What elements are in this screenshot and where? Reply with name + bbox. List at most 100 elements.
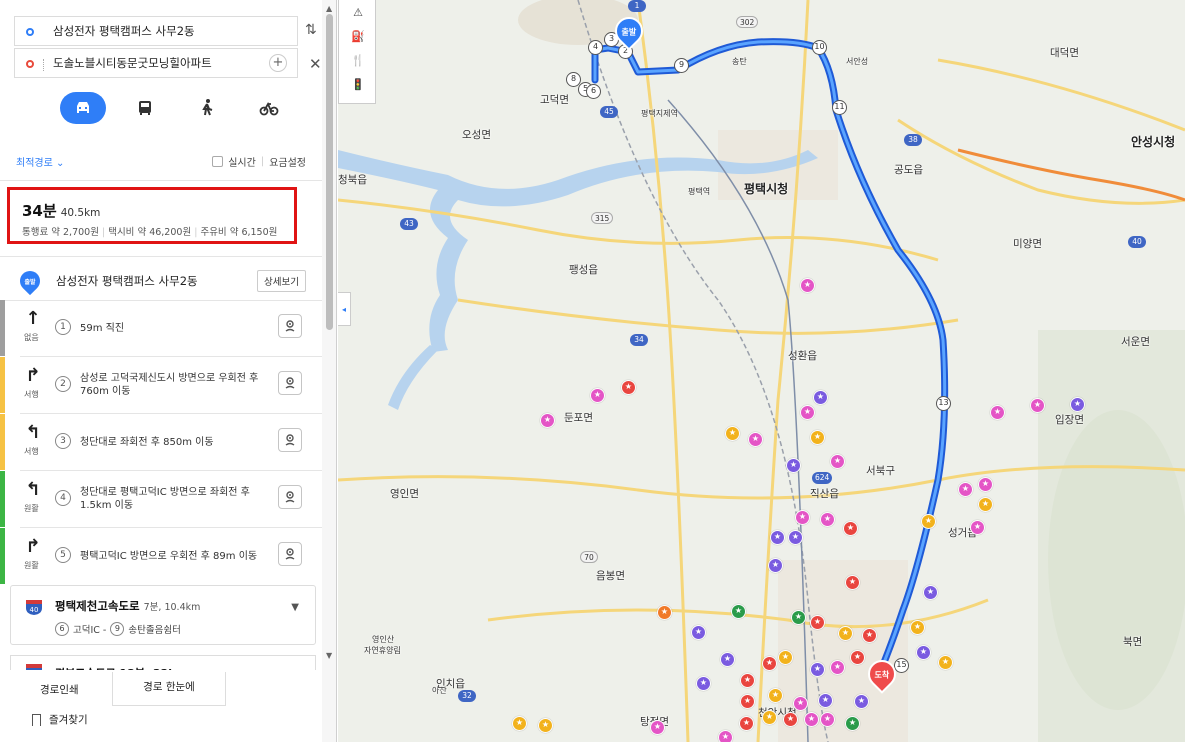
poi-marker[interactable]: ★ [720, 652, 735, 667]
poi-marker[interactable]: ★ [770, 530, 785, 545]
poi-marker[interactable]: ★ [739, 716, 754, 731]
walk-mode-button[interactable] [184, 92, 230, 124]
poi-marker[interactable]: ★ [862, 628, 877, 643]
route-step[interactable]: ↱ 서행 2 삼성로 고덕국제신도시 방면으로 우회전 후 760m 이동 [0, 357, 322, 413]
poi-marker[interactable]: ★ [718, 730, 733, 742]
poi-marker[interactable]: ★ [538, 718, 553, 733]
street-view-button[interactable] [278, 314, 302, 338]
scroll-up-arrow-icon[interactable]: ▲ [326, 4, 332, 13]
poi-marker[interactable]: ★ [740, 673, 755, 688]
poi-marker[interactable]: ★ [804, 712, 819, 727]
poi-marker[interactable]: ★ [990, 405, 1005, 420]
poi-marker[interactable]: ★ [657, 605, 672, 620]
scroll-down-arrow-icon[interactable]: ▼ [326, 651, 332, 660]
waypoint-marker[interactable]: 6 [586, 84, 601, 99]
poi-marker[interactable]: ★ [1030, 398, 1045, 413]
poi-marker[interactable]: ★ [731, 604, 746, 619]
poi-marker[interactable]: ★ [795, 510, 810, 525]
waypoint-marker[interactable]: 9 [674, 58, 689, 73]
poi-marker[interactable]: ★ [978, 477, 993, 492]
poi-marker[interactable]: ★ [768, 688, 783, 703]
poi-marker[interactable]: ★ [810, 430, 825, 445]
poi-marker[interactable]: ★ [830, 454, 845, 469]
realtime-checkbox[interactable] [212, 155, 224, 167]
poi-marker[interactable]: ★ [938, 655, 953, 670]
poi-marker[interactable]: ★ [791, 610, 806, 625]
poi-marker[interactable]: ★ [813, 390, 828, 405]
poi-marker[interactable]: ★ [845, 575, 860, 590]
poi-marker[interactable]: ★ [923, 585, 938, 600]
route-step[interactable]: ↑ 없음 1 59m 직진 [0, 300, 322, 356]
poi-marker[interactable]: ★ [800, 405, 815, 420]
poi-marker[interactable]: ★ [970, 520, 985, 535]
poi-marker[interactable]: ★ [810, 662, 825, 677]
origin-field[interactable]: 삼성전자 평택캠퍼스 사무2동 [14, 16, 298, 46]
bus-mode-button[interactable] [122, 92, 168, 124]
poi-marker[interactable]: ★ [820, 512, 835, 527]
poi-marker[interactable]: ★ [621, 380, 636, 395]
fee-setting-link[interactable]: 요금설정 [269, 154, 306, 169]
poi-marker[interactable]: ★ [910, 620, 925, 635]
favorite-button[interactable]: 즐겨찾기 [32, 712, 88, 727]
poi-marker[interactable]: ★ [978, 497, 993, 512]
waypoint-marker[interactable]: 11 [832, 100, 847, 115]
poi-marker[interactable]: ★ [838, 626, 853, 641]
scroll-thumb[interactable] [326, 14, 333, 330]
waypoint-marker[interactable]: 8 [566, 72, 581, 87]
poi-marker[interactable]: ★ [921, 514, 936, 529]
street-view-button[interactable] [278, 428, 302, 452]
poi-marker[interactable]: ★ [830, 660, 845, 675]
poi-marker[interactable]: ★ [512, 716, 527, 731]
waypoint-marker[interactable]: 10 [812, 40, 827, 55]
warning-icon[interactable]: ⚠ [339, 0, 377, 24]
car-mode-button[interactable] [60, 92, 106, 124]
poi-marker[interactable]: ★ [696, 676, 711, 691]
poi-marker[interactable]: ★ [740, 694, 755, 709]
route-step[interactable]: ↰ 서행 3 청단대로 좌회전 후 850m 이동 [0, 414, 322, 470]
panel-scrollbar[interactable]: ▲ ▼ [322, 0, 336, 742]
poi-marker[interactable]: ★ [748, 432, 763, 447]
poi-marker[interactable]: ★ [650, 720, 665, 735]
poi-marker[interactable]: ★ [691, 625, 706, 640]
route-type-dropdown[interactable]: 최적경로 ⌄ [16, 154, 64, 169]
poi-marker[interactable]: ★ [818, 693, 833, 708]
poi-marker[interactable]: ★ [725, 426, 740, 441]
poi-marker[interactable]: ★ [786, 458, 801, 473]
map-view[interactable]: ⚠ ⛽ 🍴 🚦 ◂ 평택시청 안성시청 공도읍 평택역 고덕면 오성면 청북읍 … [338, 0, 1185, 742]
poi-marker[interactable]: ★ [762, 710, 777, 725]
bicycle-mode-button[interactable] [246, 92, 292, 124]
route-overview-button[interactable]: 경로 한눈에 [112, 672, 226, 706]
poi-marker[interactable]: ★ [810, 615, 825, 630]
destination-field[interactable]: 도솔노블시티동문굿모닝힐아파트 + [14, 48, 298, 78]
poi-marker[interactable]: ★ [916, 645, 931, 660]
waypoint-marker[interactable]: 15 [894, 658, 909, 673]
poi-marker[interactable]: ★ [843, 521, 858, 536]
poi-marker[interactable]: ★ [768, 558, 783, 573]
poi-marker[interactable]: ★ [958, 482, 973, 497]
restaurant-icon[interactable]: 🍴 [339, 48, 377, 72]
poi-marker[interactable]: ★ [762, 656, 777, 671]
expand-caret-icon[interactable]: ▼ [291, 602, 299, 613]
poi-marker[interactable]: ★ [820, 712, 835, 727]
traffic-light-icon[interactable]: 🚦 [339, 72, 377, 96]
add-waypoint-button[interactable]: + [269, 54, 287, 72]
route-step[interactable]: ↰ 원활 4 청단대로 평택고덕IC 방면으로 좌회전 후 1.5km 이동 [0, 471, 322, 527]
poi-marker[interactable]: ★ [788, 530, 803, 545]
poi-marker[interactable]: ★ [540, 413, 555, 428]
highway-section[interactable]: 40 평택제천고속도로 7분, 10.4km 6 고덕IC - 9 송탄졸음쉼터 … [10, 585, 316, 645]
street-view-button[interactable] [278, 542, 302, 566]
collapse-panel-button[interactable]: ◂ [338, 292, 351, 326]
poi-marker[interactable]: ★ [793, 696, 808, 711]
poi-marker[interactable]: ★ [1070, 397, 1085, 412]
street-view-button[interactable] [278, 371, 302, 395]
poi-marker[interactable]: ★ [778, 650, 793, 665]
poi-marker[interactable]: ★ [854, 694, 869, 709]
swap-route-button[interactable]: ⇅ [305, 22, 317, 38]
waypoint-marker[interactable]: 13 [936, 396, 951, 411]
poi-marker[interactable]: ★ [783, 712, 798, 727]
print-route-button[interactable]: 경로인쇄 [40, 682, 79, 697]
route-step[interactable]: ↱ 원활 5 평택고덕IC 방면으로 우회전 후 89m 이동 [0, 528, 322, 584]
poi-marker[interactable]: ★ [590, 388, 605, 403]
detail-view-button[interactable]: 상세보기 [257, 270, 306, 292]
gas-station-icon[interactable]: ⛽ [339, 24, 377, 48]
